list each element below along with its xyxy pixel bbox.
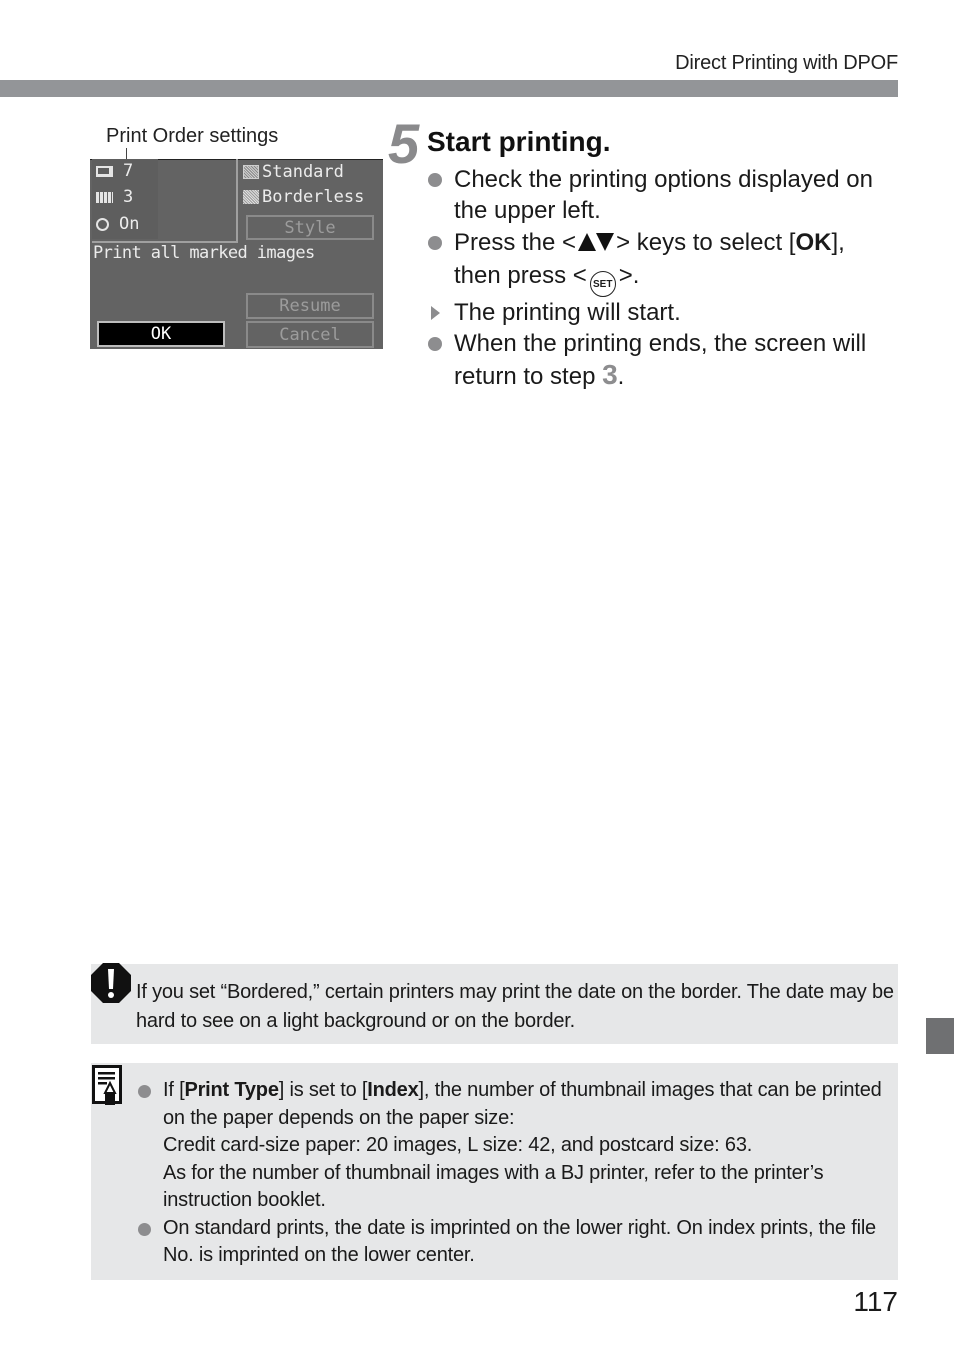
memo-icon <box>92 1065 122 1105</box>
menu-term: Print Type <box>184 1079 279 1101</box>
section-title: Direct Printing with DPOF <box>675 52 898 74</box>
setting-row-index: 3 <box>96 185 133 209</box>
setting-value: 3 <box>123 187 134 207</box>
callout-label: Print Order settings <box>106 125 279 147</box>
setting-value: On <box>119 214 140 234</box>
instruction-text: Check the printing options displayed on … <box>454 166 873 224</box>
border-icon <box>243 190 259 204</box>
style-button[interactable]: Style <box>246 215 374 240</box>
note-text: As for the number of thumbnail images wi… <box>163 1161 824 1212</box>
instruction-item: Press the < > keys to select [OK], then p… <box>426 226 906 297</box>
print-order-settings-panel: 7 3 On <box>92 159 238 243</box>
setting-row-date: On <box>96 212 139 236</box>
step-reference: 3 <box>602 359 618 390</box>
instruction-text: . <box>617 363 625 390</box>
caution-text: If you set “Bordered,” certain printers … <box>136 981 894 1032</box>
caution-icon <box>91 963 131 1003</box>
instruction-text: When the printing ends, the screen will … <box>454 330 867 390</box>
up-down-keys-icon <box>578 233 615 251</box>
instruction-text: then press < <box>454 262 587 289</box>
bullet-icon <box>428 173 442 187</box>
setting-value: 7 <box>123 161 134 181</box>
note-text: On standard prints, the date is imprinte… <box>163 1216 876 1267</box>
chapter-tab-marker <box>926 1018 954 1054</box>
step-title: Start printing. <box>427 126 611 157</box>
step-number: 5 <box>388 112 419 175</box>
cancel-button[interactable]: Cancel <box>246 321 374 348</box>
set-button-icon: SET <box>589 271 616 297</box>
lcd-screen: 7 3 On Standard Borderless Style Print a… <box>90 159 383 349</box>
option-label: Standard <box>262 162 344 182</box>
note-text: ] is set to [ <box>278 1079 368 1101</box>
option-print-type: Standard <box>243 160 344 184</box>
ok-button[interactable]: OK <box>97 321 225 347</box>
resume-button[interactable]: Resume <box>246 293 374 319</box>
page-number: 117 <box>853 1286 898 1317</box>
header-bar <box>0 80 898 97</box>
bullet-icon <box>428 337 442 351</box>
instruction-item: Check the printing options displayed on … <box>426 164 906 226</box>
note-text: If [ <box>163 1079 185 1101</box>
instruction-text: >. <box>618 262 640 289</box>
index-icon <box>96 191 113 203</box>
note-text: Credit card-size paper: 20 images, L siz… <box>163 1134 753 1156</box>
option-border: Borderless <box>243 185 364 209</box>
option-label: Borderless <box>262 187 365 207</box>
setting-row-copies: 7 <box>96 159 133 183</box>
instruction-text: Press the < <box>454 229 577 256</box>
note-item: If [Print Type] is set to [Index], the n… <box>136 1077 896 1215</box>
lcd-message: Print all marked images <box>93 243 315 263</box>
instruction-text: > keys to select [ <box>616 229 796 256</box>
instruction-item: When the printing ends, the screen will … <box>426 328 906 392</box>
ok-key-label: OK <box>795 229 832 256</box>
result-arrow-icon <box>431 306 440 320</box>
clock-icon <box>96 217 109 231</box>
instruction-text: ], <box>831 229 845 256</box>
bullet-icon <box>138 1085 151 1098</box>
step-instructions: Check the printing options displayed on … <box>426 164 906 392</box>
print-type-icon <box>243 165 259 179</box>
paper-icon <box>96 165 113 177</box>
bullet-icon <box>428 236 442 250</box>
result-text: The printing will start. <box>454 299 681 326</box>
result-item: The printing will start. <box>426 297 906 328</box>
menu-term: Index <box>367 1079 419 1101</box>
bullet-icon <box>138 1222 151 1236</box>
note-list: If [Print Type] is set to [Index], the n… <box>136 1077 896 1270</box>
note-item: On standard prints, the date is imprinte… <box>136 1215 896 1270</box>
